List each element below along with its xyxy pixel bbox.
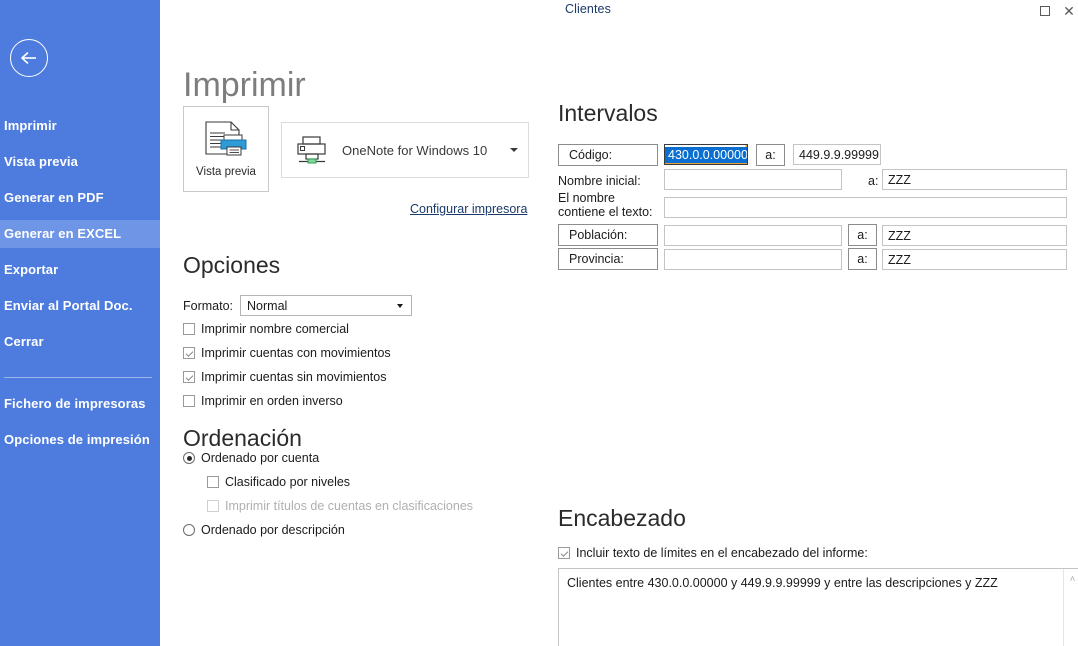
provincia-field-button[interactable]: Provincia:	[558, 248, 658, 270]
sidebar-item-cerrar[interactable]: Cerrar	[0, 328, 160, 356]
checkbox-imprimir-cuentas-sin-movimientos[interactable]: Imprimir cuentas sin movimientos	[183, 370, 386, 384]
formato-value: Normal	[247, 298, 288, 313]
nombre-contiene-label-line1: El nombre	[558, 191, 615, 205]
poblacion-field-button[interactable]: Población:	[558, 224, 658, 246]
checkbox-imprimir-en-orden-inverso[interactable]: Imprimir en orden inverso	[183, 394, 343, 408]
encabezado-textarea[interactable]: Clientes entre 430.0.0.00000 y 449.9.9.9…	[558, 568, 1078, 646]
checkbox-label: Imprimir cuentas con movimientos	[201, 346, 391, 360]
title-bar: Clientes ✕	[160, 0, 1078, 22]
sidebar-nav-bottom: Fichero de impresoras Opciones de impres…	[0, 390, 160, 462]
back-arrow-icon	[21, 52, 36, 64]
nombre-contiene-input[interactable]	[664, 197, 1067, 218]
poblacion-separator-button[interactable]: a:	[848, 224, 877, 246]
provincia-from-input[interactable]	[664, 249, 842, 270]
main-content: Imprimir Vista previa OneNote for Window…	[160, 22, 1078, 646]
checkbox-box	[183, 347, 195, 359]
checkbox-box	[207, 476, 219, 488]
checkbox-incluir-texto-limites[interactable]: Incluir texto de límites en el encabezad…	[558, 546, 868, 560]
nombre-inicial-label: Nombre inicial:	[558, 174, 641, 188]
sidebar-divider	[4, 377, 152, 378]
back-button[interactable]	[10, 39, 48, 77]
sidebar-item-generar-pdf[interactable]: Generar en PDF	[0, 184, 160, 212]
checkbox-box	[207, 500, 219, 512]
codigo-field-button[interactable]: Código:	[558, 144, 658, 166]
checkbox-box	[183, 395, 195, 407]
sidebar-item-generar-excel[interactable]: Generar en EXCEL	[0, 220, 160, 248]
ordenacion-heading: Ordenación	[183, 425, 302, 451]
codigo-separator-button[interactable]: a:	[756, 144, 785, 166]
radio-circle	[183, 524, 195, 536]
checkbox-imprimir-cuentas-con-movimientos[interactable]: Imprimir cuentas con movimientos	[183, 346, 391, 360]
close-window-icon: ✕	[1063, 3, 1075, 19]
provincia-to-input[interactable]: ZZZ	[882, 249, 1067, 270]
encabezado-heading: Encabezado	[558, 505, 686, 531]
checkbox-label: Incluir texto de límites en el encabezad…	[576, 546, 868, 560]
radio-label: Ordenado por descripción	[201, 523, 345, 537]
radio-ordenado-por-descripcion[interactable]: Ordenado por descripción	[183, 523, 345, 537]
encabezado-scrollbar[interactable]: ˄ ˅	[1063, 569, 1078, 646]
checkbox-label: Clasificado por niveles	[225, 475, 351, 489]
restore-window-icon	[1040, 6, 1050, 16]
nombre-contiene-label-line2: contiene el texto:	[558, 205, 653, 219]
configurar-impresora-link[interactable]: Configurar impresora	[410, 202, 527, 216]
checkbox-label: Imprimir títulos de cuentas en clasifica…	[225, 499, 474, 513]
sidebar-item-fichero-impresoras[interactable]: Fichero de impresoras	[0, 390, 160, 418]
sidebar-item-vista-previa[interactable]: Vista previa	[0, 148, 160, 176]
sidebar-item-imprimir[interactable]: Imprimir	[0, 112, 160, 140]
checkbox-box	[183, 371, 195, 383]
sidebar-nav: Imprimir Vista previa Generar en PDF Gen…	[0, 112, 160, 364]
window-title: Clientes	[565, 2, 611, 16]
sidebar-item-exportar[interactable]: Exportar	[0, 256, 160, 284]
checkbox-box	[558, 547, 570, 559]
chevron-up-icon[interactable]: ˄	[1064, 571, 1078, 588]
checkbox-label: Imprimir cuentas sin movimientos	[201, 370, 387, 384]
checkbox-label: Imprimir en orden inverso	[201, 394, 343, 408]
nombre-inicial-separator: a:	[868, 174, 879, 188]
intervalos-heading: Intervalos	[558, 100, 658, 126]
sidebar: Imprimir Vista previa Generar en PDF Gen…	[0, 0, 160, 646]
formato-select[interactable]: Normal	[240, 295, 413, 316]
nombre-inicial-to-input[interactable]: ZZZ	[882, 169, 1067, 190]
encabezado-text: Clientes entre 430.0.0.00000 y 449.9.9.9…	[567, 576, 998, 590]
page-title: Imprimir	[183, 66, 306, 104]
checkbox-imprimir-titulos-clasificaciones: Imprimir títulos de cuentas en clasifica…	[207, 499, 473, 513]
formato-row: Formato: Normal	[183, 295, 413, 316]
opciones-heading: Opciones	[183, 252, 281, 278]
vista-previa-button[interactable]: Vista previa	[183, 106, 269, 192]
document-printer-icon	[205, 121, 247, 156]
checkbox-label: Imprimir nombre comercial	[201, 322, 349, 336]
printer-select[interactable]: OneNote for Windows 10	[281, 122, 529, 178]
codigo-from-value: 430.0.0.00000	[665, 146, 747, 163]
close-window-button[interactable]: ✕	[1054, 0, 1078, 22]
sidebar-item-enviar-portal-doc[interactable]: Enviar al Portal Doc.	[0, 292, 160, 320]
printer-icon	[297, 136, 326, 164]
codigo-from-input[interactable]: 430.0.0.00000	[664, 144, 748, 165]
printer-name: OneNote for Windows 10	[342, 142, 488, 158]
checkbox-imprimir-nombre-comercial[interactable]: Imprimir nombre comercial	[183, 322, 349, 336]
chevron-down-icon	[397, 303, 404, 308]
vista-previa-label: Vista previa	[196, 166, 256, 178]
provincia-separator-button[interactable]: a:	[848, 248, 877, 270]
print-dialog-window: Clientes ✕ Imprimir Vista previa Generar…	[0, 0, 1078, 646]
checkbox-clasificado-por-niveles[interactable]: Clasificado por niveles	[207, 475, 350, 489]
checkbox-box	[183, 323, 195, 335]
radio-label: Ordenado por cuenta	[201, 451, 320, 465]
poblacion-from-input[interactable]	[664, 225, 842, 246]
codigo-to-input[interactable]: 449.9.9.99999	[793, 144, 881, 165]
chevron-down-icon	[510, 148, 518, 152]
nombre-inicial-from-input[interactable]	[664, 169, 842, 190]
poblacion-to-input[interactable]: ZZZ	[882, 225, 1067, 246]
formato-label: Formato:	[183, 298, 234, 313]
radio-ordenado-por-cuenta[interactable]: Ordenado por cuenta	[183, 451, 319, 465]
radio-circle	[183, 452, 195, 464]
sidebar-item-opciones-impresion[interactable]: Opciones de impresión	[0, 426, 160, 454]
